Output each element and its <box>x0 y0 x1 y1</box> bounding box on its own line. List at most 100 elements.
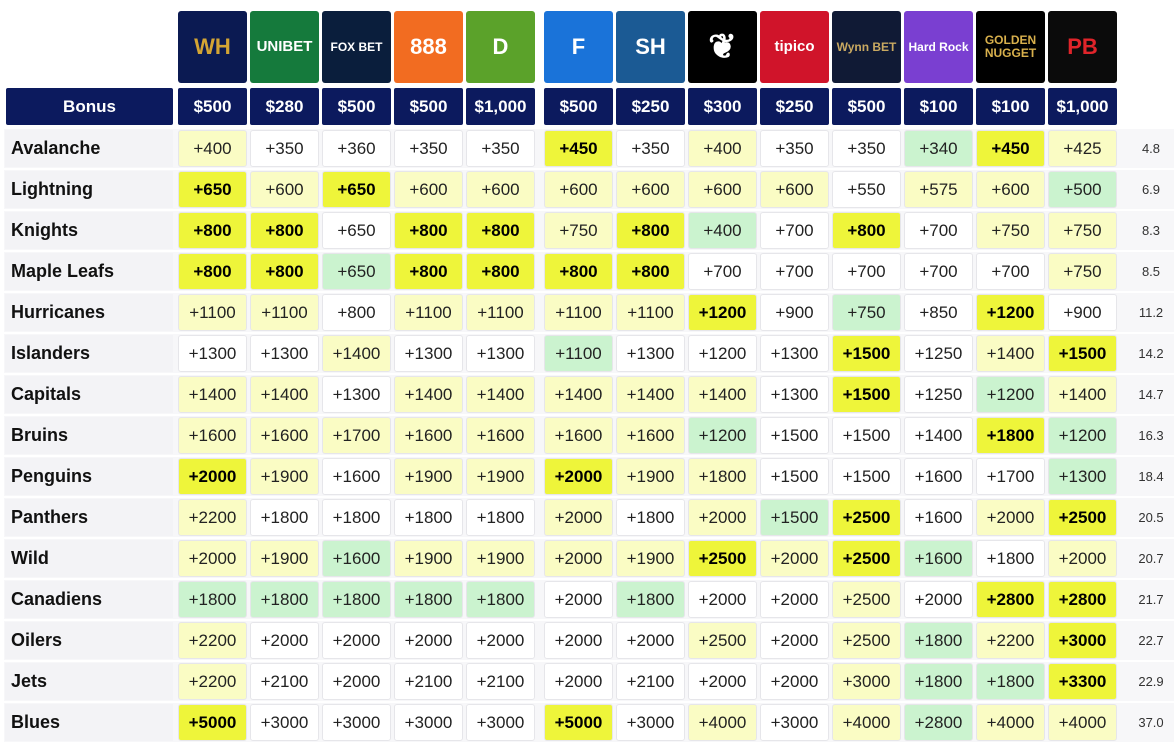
odds-cell[interactable]: +360 <box>322 130 391 167</box>
sportsbook-logo-tipico[interactable]: tipico <box>760 11 829 83</box>
odds-cell[interactable]: +5000 <box>544 704 613 741</box>
odds-cell[interactable]: +2000 <box>544 581 613 618</box>
odds-cell[interactable]: +1100 <box>616 294 685 331</box>
odds-cell[interactable]: +650 <box>322 212 391 249</box>
odds-cell[interactable]: +1800 <box>322 581 391 618</box>
odds-cell[interactable]: +350 <box>250 130 319 167</box>
odds-cell[interactable]: +3000 <box>466 704 535 741</box>
sportsbook-logo-unibet[interactable]: UNIBET <box>250 11 319 83</box>
odds-cell[interactable]: +700 <box>976 253 1045 290</box>
odds-cell[interactable]: +1900 <box>616 540 685 577</box>
odds-cell[interactable]: +1600 <box>178 417 247 454</box>
odds-cell[interactable]: +600 <box>544 171 613 208</box>
odds-cell[interactable]: +1100 <box>250 294 319 331</box>
odds-cell[interactable]: +2200 <box>976 622 1045 659</box>
odds-cell[interactable]: +350 <box>394 130 463 167</box>
odds-cell[interactable]: +2000 <box>544 458 613 495</box>
odds-cell[interactable]: +2000 <box>760 622 829 659</box>
odds-cell[interactable]: +600 <box>394 171 463 208</box>
odds-cell[interactable]: +350 <box>832 130 901 167</box>
odds-cell[interactable]: +1600 <box>904 540 973 577</box>
odds-cell[interactable]: +2000 <box>544 540 613 577</box>
odds-cell[interactable]: +1200 <box>976 376 1045 413</box>
odds-cell[interactable]: +2500 <box>1048 499 1117 536</box>
odds-cell[interactable]: +600 <box>976 171 1045 208</box>
sportsbook-logo-wynnbet[interactable]: Wynn BET <box>832 11 901 83</box>
odds-cell[interactable]: +4000 <box>688 704 757 741</box>
odds-cell[interactable]: +400 <box>688 212 757 249</box>
odds-cell[interactable]: +1600 <box>394 417 463 454</box>
odds-cell[interactable]: +1400 <box>178 376 247 413</box>
odds-cell[interactable]: +400 <box>688 130 757 167</box>
odds-cell[interactable]: +1250 <box>904 376 973 413</box>
odds-cell[interactable]: +4000 <box>1048 704 1117 741</box>
odds-cell[interactable]: +550 <box>832 171 901 208</box>
odds-cell[interactable]: +700 <box>760 212 829 249</box>
odds-cell[interactable]: +1400 <box>1048 376 1117 413</box>
odds-cell[interactable]: +650 <box>322 253 391 290</box>
odds-cell[interactable]: +1400 <box>976 335 1045 372</box>
odds-cell[interactable]: +2000 <box>1048 540 1117 577</box>
odds-cell[interactable]: +600 <box>688 171 757 208</box>
odds-cell[interactable]: +1900 <box>250 458 319 495</box>
odds-cell[interactable]: +2000 <box>544 663 613 700</box>
odds-cell[interactable]: +1800 <box>616 499 685 536</box>
sportsbook-logo-fanduel[interactable]: F <box>544 11 613 83</box>
odds-cell[interactable]: +750 <box>544 212 613 249</box>
odds-cell[interactable]: +1300 <box>760 335 829 372</box>
odds-cell[interactable]: +2100 <box>394 663 463 700</box>
odds-cell[interactable]: +3000 <box>760 704 829 741</box>
odds-cell[interactable]: +1900 <box>250 540 319 577</box>
odds-cell[interactable]: +700 <box>904 212 973 249</box>
odds-cell[interactable]: +1800 <box>616 581 685 618</box>
odds-cell[interactable]: +1300 <box>1048 458 1117 495</box>
odds-cell[interactable]: +2100 <box>250 663 319 700</box>
odds-cell[interactable]: +2500 <box>832 499 901 536</box>
odds-cell[interactable]: +800 <box>832 212 901 249</box>
odds-cell[interactable]: +1100 <box>544 335 613 372</box>
odds-cell[interactable]: +1500 <box>832 376 901 413</box>
odds-cell[interactable]: +2000 <box>322 663 391 700</box>
odds-cell[interactable]: +1600 <box>466 417 535 454</box>
odds-cell[interactable]: +1200 <box>688 417 757 454</box>
odds-cell[interactable]: +800 <box>466 253 535 290</box>
odds-cell[interactable]: +2000 <box>688 581 757 618</box>
odds-cell[interactable]: +2200 <box>178 499 247 536</box>
odds-cell[interactable]: +2000 <box>688 663 757 700</box>
odds-cell[interactable]: +1400 <box>544 376 613 413</box>
odds-cell[interactable]: +1500 <box>760 458 829 495</box>
odds-cell[interactable]: +1400 <box>394 376 463 413</box>
odds-cell[interactable]: +1900 <box>466 540 535 577</box>
odds-cell[interactable]: +350 <box>616 130 685 167</box>
odds-cell[interactable]: +1800 <box>250 499 319 536</box>
odds-cell[interactable]: +1300 <box>394 335 463 372</box>
odds-cell[interactable]: +450 <box>544 130 613 167</box>
odds-cell[interactable]: +400 <box>178 130 247 167</box>
odds-cell[interactable]: +750 <box>1048 212 1117 249</box>
odds-cell[interactable]: +700 <box>688 253 757 290</box>
odds-cell[interactable]: +1800 <box>976 663 1045 700</box>
odds-cell[interactable]: +750 <box>976 212 1045 249</box>
odds-cell[interactable]: +600 <box>250 171 319 208</box>
odds-cell[interactable]: +850 <box>904 294 973 331</box>
odds-cell[interactable]: +3000 <box>250 704 319 741</box>
odds-cell[interactable]: +1800 <box>466 581 535 618</box>
odds-cell[interactable]: +1700 <box>322 417 391 454</box>
odds-cell[interactable]: +2000 <box>322 622 391 659</box>
odds-cell[interactable]: +3000 <box>322 704 391 741</box>
odds-cell[interactable]: +575 <box>904 171 973 208</box>
odds-cell[interactable]: +1400 <box>466 376 535 413</box>
odds-cell[interactable]: +1600 <box>544 417 613 454</box>
odds-cell[interactable]: +800 <box>322 294 391 331</box>
odds-cell[interactable]: +1200 <box>688 294 757 331</box>
odds-cell[interactable]: +1800 <box>976 417 1045 454</box>
odds-cell[interactable]: +2100 <box>466 663 535 700</box>
odds-cell[interactable]: +900 <box>1048 294 1117 331</box>
odds-cell[interactable]: +1800 <box>904 622 973 659</box>
odds-cell[interactable]: +1900 <box>616 458 685 495</box>
odds-cell[interactable]: +2200 <box>178 663 247 700</box>
odds-cell[interactable]: +1600 <box>904 458 973 495</box>
odds-cell[interactable]: +700 <box>832 253 901 290</box>
odds-cell[interactable]: +800 <box>394 212 463 249</box>
odds-cell[interactable]: +800 <box>616 253 685 290</box>
